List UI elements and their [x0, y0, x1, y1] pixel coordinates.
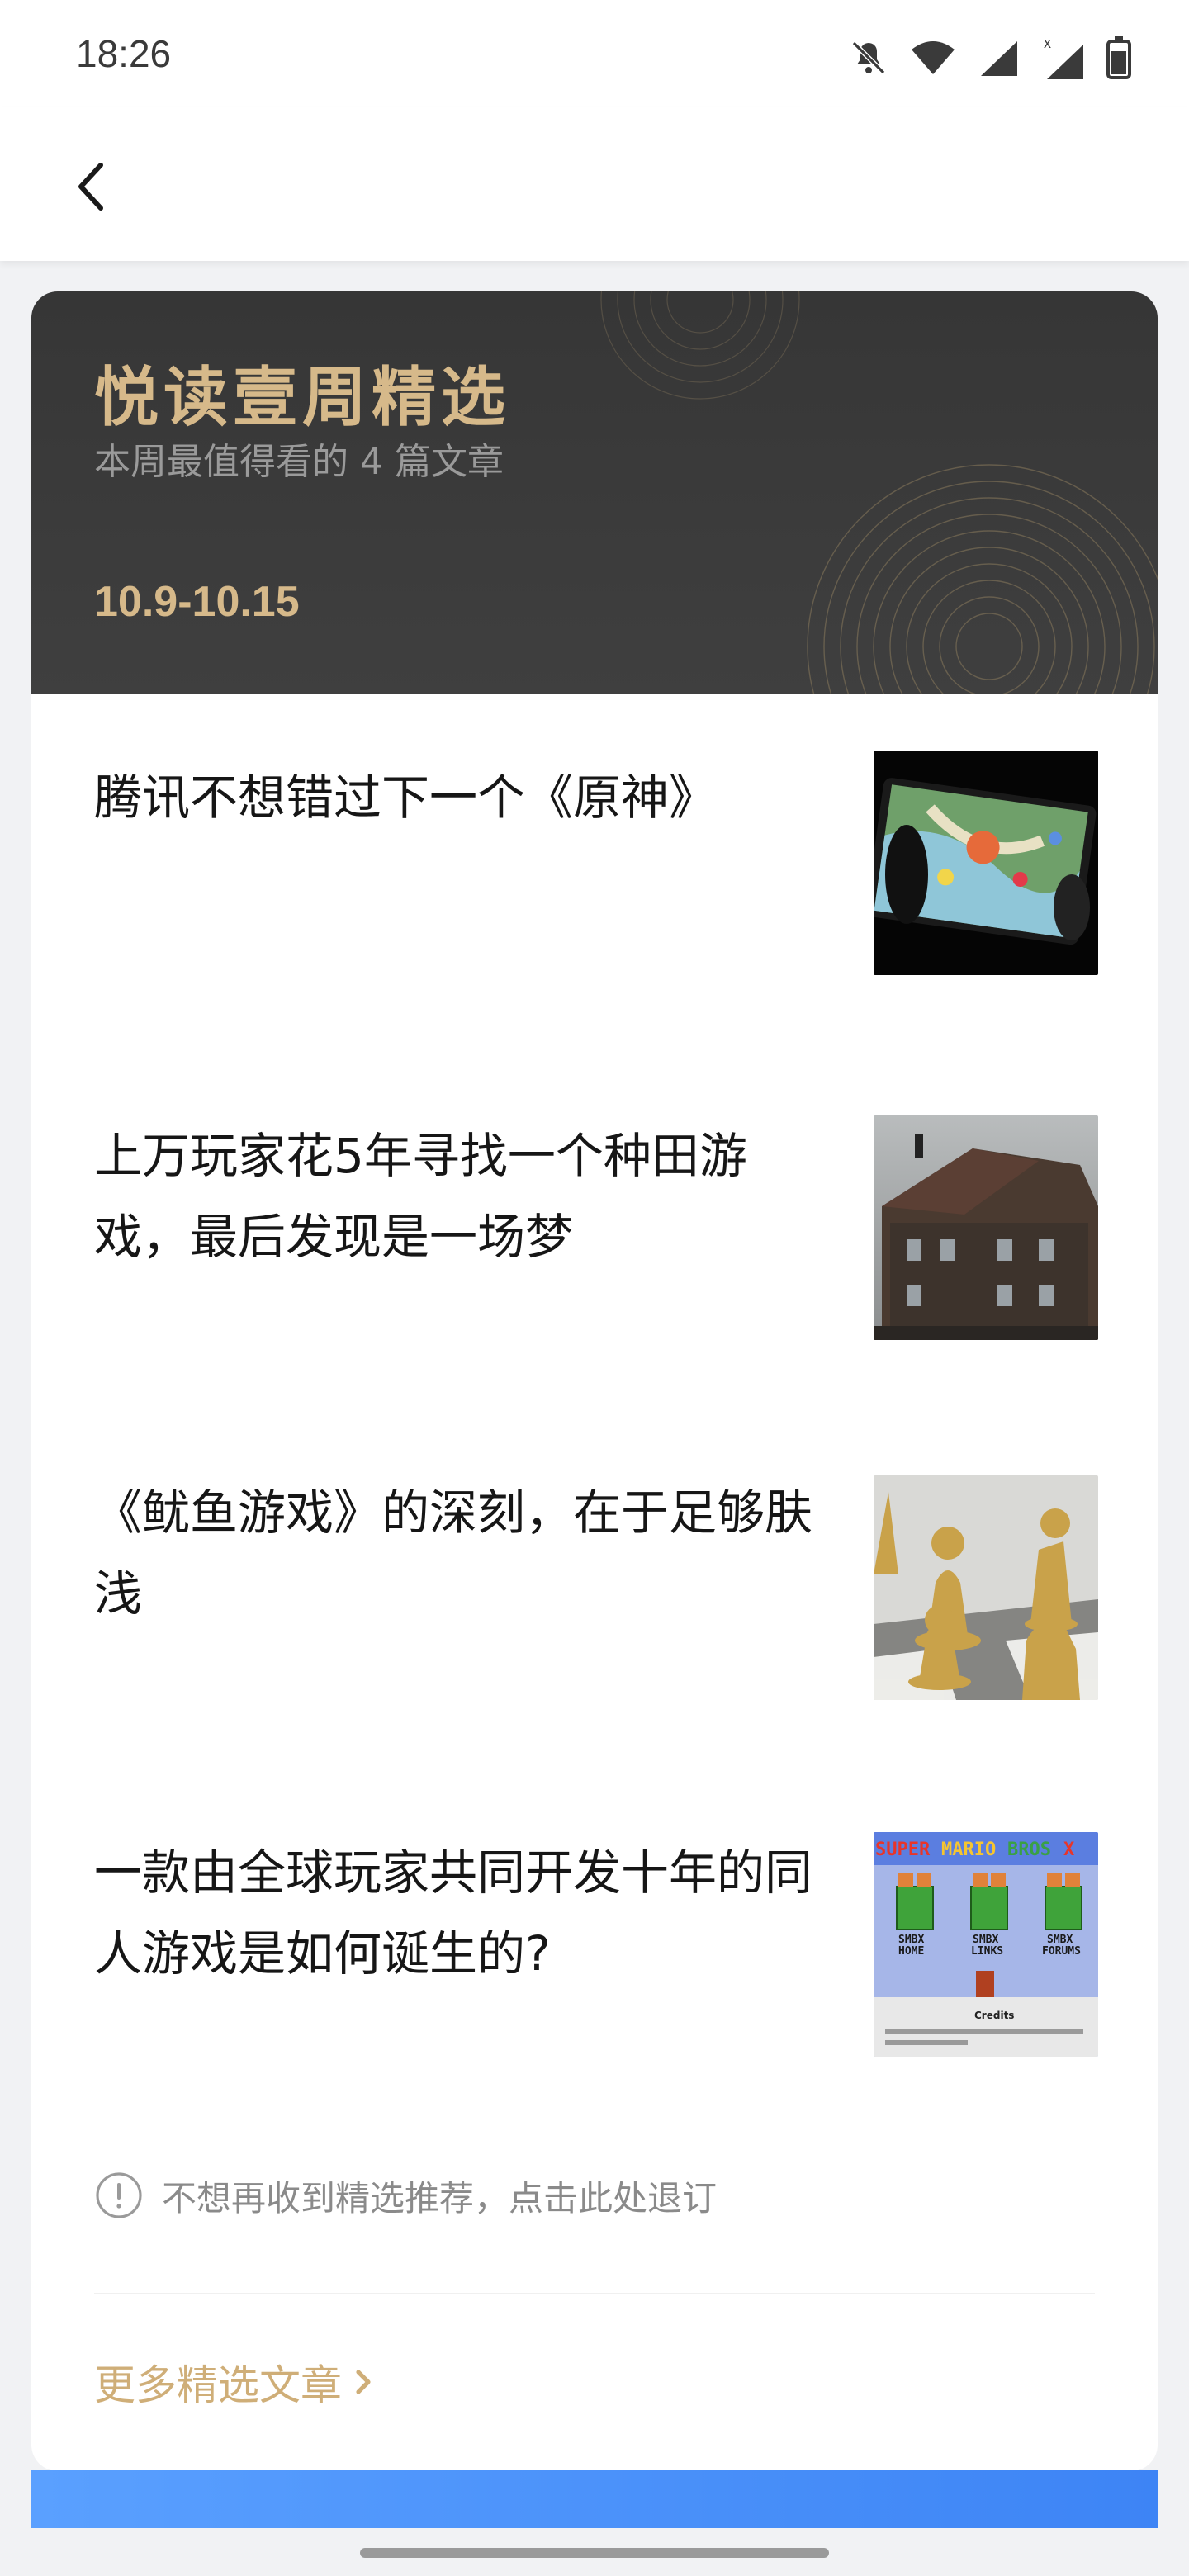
- next-card-peek: [31, 2470, 1158, 2528]
- svg-text:X: X: [1063, 1840, 1074, 1860]
- chess-thumbnail-icon: [874, 1475, 1098, 1700]
- svg-text:SMBX: SMBX: [898, 1934, 924, 1946]
- mobile-game-thumbnail-icon: [874, 751, 1098, 975]
- decorative-rings: [807, 464, 1158, 694]
- article-thumbnail: SUPER MARIO BROS X SMBX HOME SMBX LINKS SM…: [874, 1832, 1098, 2057]
- chevron-right-icon: [356, 2370, 371, 2394]
- svg-text:SUPER: SUPER: [875, 1840, 931, 1860]
- article-item[interactable]: 腾讯不想错过下一个《原神》: [31, 751, 1158, 988]
- digest-date-range: 10.9-10.15: [94, 578, 300, 626]
- svg-text:x: x: [1044, 35, 1051, 51]
- battery-icon: [1106, 36, 1131, 79]
- article-thumbnail: [874, 751, 1098, 975]
- svg-text:LINKS: LINKS: [971, 1945, 1003, 1958]
- home-indicator[interactable]: [360, 2548, 829, 2558]
- weekly-digest-card: 悦读壹周精选 本周最值得看的 4 篇文章 10.9-10.15 腾讯不想错过下一…: [31, 291, 1158, 2471]
- digest-subtitle: 本周最值得看的 4 篇文章: [94, 441, 504, 483]
- mario-thumbnail-icon: SUPER MARIO BROS X SMBXHOME SMBXLINKS SM…: [874, 1832, 1098, 2057]
- svg-text:Credits: Credits: [974, 2010, 1014, 2021]
- digest-header: 悦读壹周精选 本周最值得看的 4 篇文章 10.9-10.15: [31, 291, 1158, 694]
- svg-text:SMBX: SMBX: [1047, 1934, 1073, 1946]
- signal-icon: [981, 41, 1017, 76]
- back-button[interactable]: [59, 154, 126, 220]
- more-articles-link[interactable]: 更多精选文章: [94, 2352, 375, 2412]
- decorative-rings-top: [600, 291, 800, 400]
- article-title: 一款由全球玩家共同开发十年的同人游戏是如何诞生的?: [94, 1844, 813, 1982]
- svg-text:FORUMS: FORUMS: [1042, 1945, 1081, 1958]
- wifi-icon: [912, 41, 955, 74]
- svg-text:MARIO: MARIO: [941, 1840, 996, 1860]
- article-title: 上万玩家花5年寻找一个种田游戏，最后发现是一场梦: [94, 1128, 747, 1265]
- digest-title: 悦读壹周精选: [94, 360, 511, 435]
- chevron-left-icon: [78, 163, 103, 211]
- article-item[interactable]: 上万玩家花5年寻找一个种田游戏，最后发现是一场梦: [31, 1115, 1158, 1347]
- status-icons: x: [849, 33, 1131, 83]
- svg-text:BROS: BROS: [1007, 1840, 1051, 1860]
- more-articles-label: 更多精选文章: [94, 2361, 342, 2409]
- mute-bell-icon: [851, 40, 886, 75]
- article-thumbnail: [874, 1475, 1098, 1700]
- nav-bar: [0, 107, 1189, 261]
- divider: [94, 2293, 1095, 2294]
- status-time: 18:26: [76, 32, 172, 75]
- old-house-thumbnail-icon: [874, 1115, 1098, 1340]
- article-thumbnail: [874, 1115, 1098, 1340]
- article-item[interactable]: 一款由全球玩家共同开发十年的同人游戏是如何诞生的? SUPER MARIO BR…: [31, 1832, 1158, 2063]
- article-title: 《鱿鱼游戏》的深刻，在于足够肤浅: [94, 1485, 813, 1622]
- unsubscribe-link[interactable]: 不想再收到精选推荐，点击此处退订: [94, 2171, 717, 2220]
- signal-x-icon: x: [1044, 35, 1083, 79]
- unsubscribe-text: 不想再收到精选推荐，点击此处退订: [162, 2177, 718, 2218]
- svg-text:SMBX: SMBX: [973, 1934, 998, 1946]
- article-title: 腾讯不想错过下一个《原神》: [94, 769, 718, 826]
- info-circle-icon: [96, 2172, 142, 2218]
- status-bar: 18:26 x: [0, 0, 1189, 107]
- svg-text:HOME: HOME: [898, 1945, 924, 1958]
- article-item[interactable]: 《鱿鱼游戏》的深刻，在于足够肤浅: [31, 1472, 1158, 1703]
